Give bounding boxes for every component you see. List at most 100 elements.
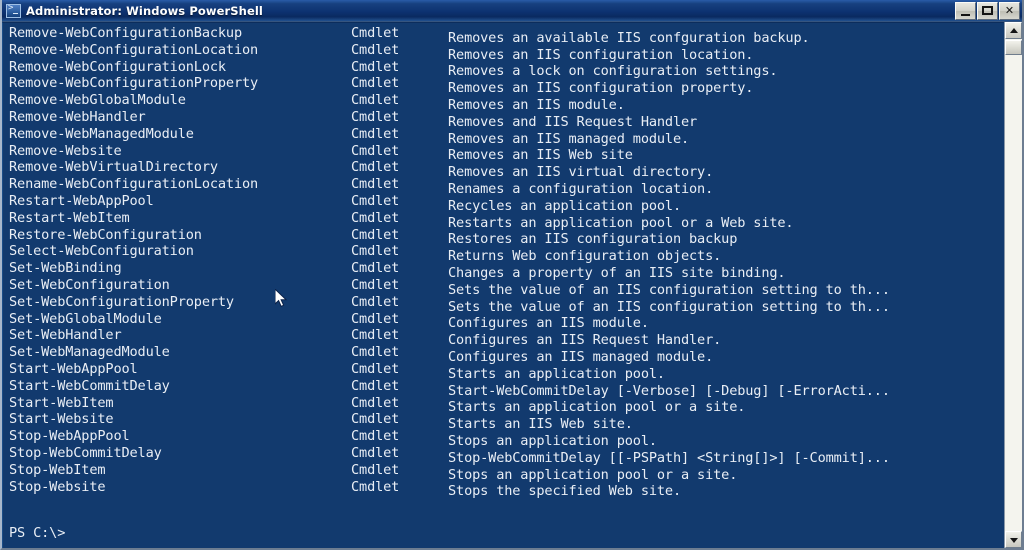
cmdlet-row: Restart-WebAppPool Cmdlet Recycles an appl… bbox=[9, 192, 1004, 214]
cmdlet-command-type: Cmdlet bbox=[351, 478, 400, 495]
title-bar[interactable]: Administrator: Windows PowerShell ✕ bbox=[2, 0, 1022, 22]
scrollbar-thumb[interactable] bbox=[1005, 40, 1022, 55]
cmdlet-command-type: Cmdlet bbox=[351, 461, 400, 478]
command-prompt[interactable]: PS C:\> bbox=[9, 525, 65, 541]
cmdlet-name: Restore-WebConfiguration bbox=[9, 226, 202, 243]
powershell-console-icon bbox=[6, 3, 21, 18]
cmdlet-command-type: Cmdlet bbox=[351, 377, 400, 394]
maximize-icon bbox=[978, 3, 997, 19]
cmdlet-command-type: Cmdlet bbox=[351, 293, 400, 310]
cmdlet-name: Stop-Website bbox=[9, 478, 106, 495]
cmdlet-row: Remove-WebConfigurationProperty Cmdlet Rem… bbox=[9, 75, 1004, 96]
cmdlet-name: Select-WebConfiguration bbox=[9, 243, 194, 260]
cmdlet-name: Remove-WebManagedModule bbox=[9, 125, 194, 142]
cmdlet-command-type: Cmdlet bbox=[351, 444, 400, 461]
cmdlet-command-type: Cmdlet bbox=[351, 226, 400, 243]
cmdlet-command-type: Cmdlet bbox=[351, 159, 400, 176]
cmdlet-list: Remove-WebConfigurationBackup Cmdlet Remov… bbox=[9, 25, 1004, 500]
cmdlet-name: Set-WebConfiguration bbox=[9, 276, 170, 293]
cmdlet-name: Start-WebItem bbox=[9, 394, 114, 411]
cmdlet-command-type: Cmdlet bbox=[351, 209, 400, 226]
cmdlet-name: Remove-WebConfigurationProperty bbox=[9, 75, 259, 92]
cmdlet-row: Restart-WebItem Cmdlet Restarts an applica… bbox=[9, 209, 1004, 231]
cmdlet-definition: Stops the specified Web site. bbox=[448, 483, 681, 500]
down-arrow-glyph bbox=[1009, 537, 1018, 543]
console-output[interactable]: Remove-WebConfigurationBackup Cmdlet Remov… bbox=[2, 22, 1004, 548]
cmdlet-command-type: Cmdlet bbox=[351, 310, 400, 327]
scroll-down-arrow-icon[interactable] bbox=[1005, 531, 1022, 548]
cmdlet-row: Set-WebHandler Cmdlet Configures an IIS Re… bbox=[9, 327, 1004, 348]
cmdlet-name: Start-WebAppPool bbox=[9, 360, 138, 377]
cmdlet-name: Stop-WebItem bbox=[9, 461, 106, 478]
cmdlet-row: Remove-WebConfigurationLocation Cmdlet Rem… bbox=[9, 41, 1004, 63]
cmdlet-command-type: Cmdlet bbox=[351, 411, 400, 428]
scroll-up-arrow-icon[interactable] bbox=[1005, 22, 1022, 39]
cmdlet-row: Select-WebConfiguration Cmdlet Returns Web… bbox=[9, 243, 1004, 264]
cmdlet-command-type: Cmdlet bbox=[351, 192, 400, 209]
cmdlet-row: Remove-Website Cmdlet Removes an IIS Web s… bbox=[9, 142, 1004, 164]
cmdlet-row: Start-WebCommitDelay Cmdlet Start-WebCommi… bbox=[9, 377, 1004, 399]
cmdlet-name: Remove-Website bbox=[9, 142, 122, 159]
cmdlet-name: Set-WebHandler bbox=[9, 327, 122, 344]
cmdlet-command-type: Cmdlet bbox=[351, 92, 400, 109]
cmdlet-command-type: Cmdlet bbox=[351, 108, 400, 125]
cmdlet-name: Restart-WebAppPool bbox=[9, 192, 154, 209]
cmdlet-row: Remove-WebConfigurationBackup Cmdlet Remov… bbox=[9, 25, 1004, 46]
cmdlet-name: Set-WebGlobalModule bbox=[9, 310, 162, 327]
cmdlet-command-type: Cmdlet bbox=[351, 176, 400, 193]
cmdlet-command-type: Cmdlet bbox=[351, 125, 400, 142]
cmdlet-name: Restart-WebItem bbox=[9, 209, 130, 226]
cmdlet-name: Set-WebManagedModule bbox=[9, 344, 170, 361]
cmdlet-command-type: Cmdlet bbox=[351, 327, 400, 344]
window-title: Administrator: Windows PowerShell bbox=[26, 3, 263, 18]
up-arrow-glyph bbox=[1009, 27, 1018, 33]
cmdlet-row: Set-WebManagedModule Cmdlet Configures an … bbox=[9, 344, 1004, 365]
cmdlet-name: Set-WebBinding bbox=[9, 260, 122, 277]
cmdlet-row: Set-WebBinding Cmdlet Changes a property o… bbox=[9, 260, 1004, 281]
cmdlet-row: Set-WebConfigurationProperty Cmdlet Sets t… bbox=[9, 293, 1004, 315]
cmdlet-name: Remove-WebHandler bbox=[9, 108, 146, 125]
cmdlet-name: Set-WebConfigurationProperty bbox=[9, 293, 234, 310]
cmdlet-row: Remove-WebHandler Cmdlet Removes and IIS R… bbox=[9, 108, 1004, 130]
cmdlet-name: Remove-WebConfigurationLock bbox=[9, 58, 226, 75]
cmdlet-row: Rename-WebConfigurationLocation Cmdlet Ren… bbox=[9, 176, 1004, 197]
cmdlet-command-type: Cmdlet bbox=[351, 243, 400, 260]
cmdlet-command-type: Cmdlet bbox=[351, 260, 400, 277]
cmdlet-row: Restore-WebConfiguration Cmdlet Restores a… bbox=[9, 226, 1004, 248]
cmdlet-row: Remove-WebVirtualDirectory Cmdlet Removes … bbox=[9, 159, 1004, 180]
cmdlet-row: Stop-WebAppPool Cmdlet Stops an applicatio… bbox=[9, 428, 1004, 449]
cmdlet-name: Start-Website bbox=[9, 411, 114, 428]
scrollbar-track[interactable] bbox=[1005, 39, 1022, 531]
cmdlet-row: Stop-WebCommitDelay Cmdlet Stop-WebCommitD… bbox=[9, 444, 1004, 466]
vertical-scrollbar[interactable] bbox=[1004, 22, 1022, 548]
cmdlet-command-type: Cmdlet bbox=[351, 344, 400, 361]
close-icon: ✕ bbox=[1004, 4, 1015, 17]
minimize-button[interactable] bbox=[955, 1, 976, 20]
cmdlet-name: Remove-WebGlobalModule bbox=[9, 92, 186, 109]
cmdlet-command-type: Cmdlet bbox=[351, 41, 400, 58]
cmdlet-command-type: Cmdlet bbox=[351, 58, 400, 75]
cmdlet-command-type: Cmdlet bbox=[351, 394, 400, 411]
cmdlet-name: Remove-WebConfigurationLocation bbox=[9, 41, 259, 58]
minimize-icon bbox=[956, 3, 975, 19]
cmdlet-command-type: Cmdlet bbox=[351, 25, 400, 41]
close-button[interactable]: ✕ bbox=[999, 1, 1020, 20]
cmdlet-command-type: Cmdlet bbox=[351, 428, 400, 445]
cmdlet-name: Stop-WebAppPool bbox=[9, 428, 130, 445]
maximize-button[interactable] bbox=[977, 1, 998, 20]
console-area: Remove-WebConfigurationBackup Cmdlet Remov… bbox=[2, 22, 1022, 548]
cmdlet-name: Remove-WebConfigurationBackup bbox=[9, 25, 242, 41]
cmdlet-command-type: Cmdlet bbox=[351, 276, 400, 293]
cmdlet-row: Set-WebConfiguration Cmdlet Sets the value… bbox=[9, 276, 1004, 298]
cmdlet-name: Start-WebCommitDelay bbox=[9, 377, 170, 394]
cmdlet-name: Remove-WebVirtualDirectory bbox=[9, 159, 218, 176]
cmdlet-command-type: Cmdlet bbox=[351, 75, 400, 92]
cmdlet-name: Rename-WebConfigurationLocation bbox=[9, 176, 259, 193]
cmdlet-row: Remove-WebConfigurationLock Cmdlet Removes… bbox=[9, 58, 1004, 80]
cmdlet-row: Remove-WebManagedModule Cmdlet Removes an … bbox=[9, 125, 1004, 147]
cmdlet-command-type: Cmdlet bbox=[351, 360, 400, 377]
powershell-window: Administrator: Windows PowerShell ✕ Remo… bbox=[0, 0, 1024, 550]
cmdlet-row: Stop-Website Cmdlet Stops the specified We… bbox=[9, 478, 1004, 500]
cmdlet-name: Stop-WebCommitDelay bbox=[9, 444, 162, 461]
cmdlet-row: Remove-WebGlobalModule Cmdlet Removes an I… bbox=[9, 92, 1004, 113]
